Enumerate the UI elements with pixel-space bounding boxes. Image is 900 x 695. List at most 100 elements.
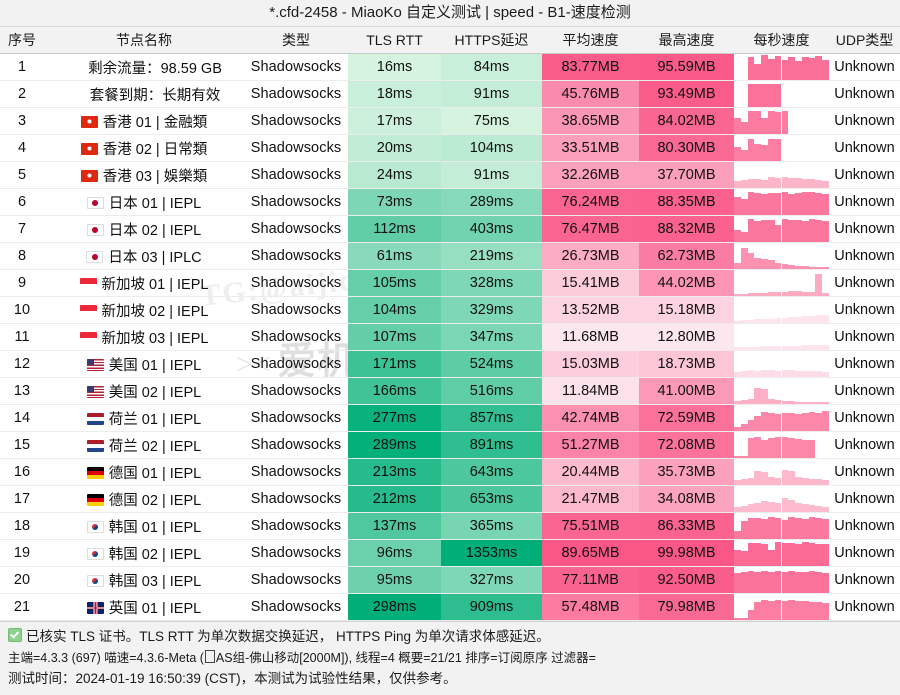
sparkline-bar (754, 471, 762, 485)
sparkline-chart (734, 459, 829, 485)
sparkline-bar (788, 317, 796, 323)
col-header-per-second-speed[interactable]: 每秒速度 (734, 27, 829, 54)
sparkline-bar (774, 56, 782, 80)
cell-udp-type: Unknown (829, 377, 900, 405)
flag-hk-icon (80, 115, 98, 128)
col-header-udp-type[interactable]: UDP类型 (829, 27, 900, 54)
table-row[interactable]: 20 韩国 03 | IEPL Shadowsocks 95ms 327ms 77.11M… (0, 566, 900, 594)
col-header-tls-rtt[interactable]: TLS RTT (348, 27, 441, 54)
cell-udp-type: Unknown (829, 323, 900, 351)
node-name-label: 套餐到期：长期有效 (89, 87, 221, 104)
table-row[interactable]: 7 日本 02 | IEPL Shadowsocks 112ms 403ms 76.47M… (0, 215, 900, 243)
sparkline-bar (740, 232, 748, 242)
sparkline-bar (815, 506, 823, 512)
table-row[interactable]: 15 荷兰 02 | IEPL Shadowsocks 289ms 891ms 51.27… (0, 431, 900, 459)
sparkline-bar (801, 478, 809, 485)
sparkline-bar (795, 601, 802, 620)
table-row[interactable]: 5 香港 03 | 娛樂類 Shadowsocks 24ms 91ms 32.26MB 37… (0, 161, 900, 189)
sparkline-bar (801, 601, 809, 620)
table-row[interactable]: 2 套餐到期：长期有效 Shadowsocks 18ms 91ms 45.76MB 93.4… (0, 80, 900, 108)
cell-type: Shadowsocks (244, 593, 348, 621)
col-header-max-speed[interactable]: 最高速度 (639, 27, 734, 54)
sparkline-chart (734, 135, 829, 161)
node-name-label: 剩余流量：98.59 GB (88, 60, 222, 77)
table-row[interactable]: 6 日本 01 | IEPL Shadowsocks 73ms 289ms 76.24MB… (0, 188, 900, 216)
col-header-name[interactable]: 节点名称 (44, 27, 244, 54)
table-row[interactable]: 9 新加坡 01 | IEPL Shadowsocks 105ms 328ms 15.41… (0, 269, 900, 297)
sparkline-bar (761, 180, 768, 188)
sparkline-bar (774, 346, 782, 350)
sparkline-bar (761, 370, 768, 377)
sparkline-bar (815, 345, 823, 350)
cell-per-second-speed-sparkline (734, 80, 829, 108)
sparkline-bar (795, 61, 802, 80)
flag-us-icon (86, 385, 104, 398)
sparkline-bar (747, 543, 755, 566)
sparkline-bar (822, 194, 829, 215)
cell-index: 7 (0, 215, 44, 243)
col-header-avg-speed[interactable]: 平均速度 (542, 27, 639, 54)
table-row[interactable]: 11 新加坡 03 | IEPL Shadowsocks 107ms 347ms 11.6… (0, 323, 900, 351)
sparkline-chart (734, 270, 829, 296)
cell-per-second-speed-sparkline (734, 485, 829, 513)
sparkline-bar (781, 370, 789, 377)
col-header-https-latency[interactable]: HTTPS延迟 (441, 27, 542, 54)
col-header-type[interactable]: 类型 (244, 27, 348, 54)
cell-node-name: 韩国 03 | IEPL (44, 566, 244, 594)
sparkline-bar (754, 84, 762, 107)
sparkline-bar (788, 346, 796, 350)
table-row[interactable]: 10 新加坡 02 | IEPL Shadowsocks 104ms 329ms 13.5… (0, 296, 900, 324)
table-row[interactable]: 18 韩国 01 | IEPL Shadowsocks 137ms 365ms 75.51… (0, 512, 900, 540)
sparkline-bar (774, 318, 782, 323)
table-row[interactable]: 4 香港 02 | 日常類 Shadowsocks 20ms 104ms 33.51MB 8… (0, 134, 900, 162)
table-row[interactable]: 16 德国 01 | IEPL Shadowsocks 213ms 643ms 20.44… (0, 458, 900, 486)
cell-node-name: 日本 01 | IEPL (44, 188, 244, 216)
cell-type: Shadowsocks (244, 242, 348, 270)
cell-udp-type: Unknown (829, 566, 900, 594)
sparkline-bar (774, 571, 782, 593)
sparkline-bar (740, 248, 748, 269)
table-row[interactable]: 3 香港 01 | 金融類 Shadowsocks 17ms 75ms 38.65MB 84… (0, 107, 900, 135)
flag-us-icon (86, 358, 104, 371)
cell-max-speed: 35.73MB (639, 458, 734, 486)
sparkline-bar (747, 179, 755, 188)
table-row[interactable]: 17 德国 02 | IEPL Shadowsocks 212ms 653ms 21.47… (0, 485, 900, 513)
cell-udp-type: Unknown (829, 215, 900, 243)
sparkline-bar (761, 501, 768, 512)
flag-hk-icon (80, 142, 98, 155)
col-header-index[interactable]: 序号 (0, 27, 44, 54)
table-row[interactable]: 8 日本 03 | IPLC Shadowsocks 61ms 219ms 26.73MB… (0, 242, 900, 270)
table-row[interactable]: 21 英国 01 | IEPL Shadowsocks 298ms 909ms 57.48… (0, 593, 900, 621)
sparkline-bar (808, 412, 816, 431)
sparkline-bar (767, 177, 775, 188)
sparkline-bar (754, 543, 762, 566)
sparkline-bar (734, 263, 741, 269)
table-row[interactable]: 1 剩余流量：98.59 GB Shadowsocks 16ms 84ms 83.77MB… (0, 53, 900, 81)
node-name-label: 新加坡 02 | IEPL (101, 303, 209, 320)
table-row[interactable]: 13 美国 02 | IEPL Shadowsocks 166ms 516ms 11.84… (0, 377, 900, 405)
table-row[interactable]: 12 美国 01 | IEPL Shadowsocks 171ms 524ms 15.03… (0, 350, 900, 378)
sparkline-bar (754, 221, 762, 242)
table-row[interactable]: 19 韩国 02 | IEPL Shadowsocks 96ms 1353ms 89.65… (0, 539, 900, 567)
cell-udp-type: Unknown (829, 485, 900, 513)
sparkline-chart (734, 216, 829, 242)
cell-avg-speed: 13.52MB (542, 296, 639, 324)
cell-tls-rtt: 107ms (348, 323, 441, 351)
sparkline-bar (801, 519, 809, 539)
sparkline-bar (767, 601, 775, 620)
cell-udp-type: Unknown (829, 458, 900, 486)
sparkline-bar (781, 318, 789, 323)
cell-node-name: 套餐到期：长期有效 (44, 80, 244, 108)
node-name-label: 韩国 02 | IEPL (108, 546, 202, 563)
sparkline-bar (788, 194, 796, 215)
cell-udp-type: Unknown (829, 296, 900, 324)
sparkline-bar (808, 179, 816, 188)
cell-avg-speed: 89.65MB (542, 539, 639, 567)
cell-per-second-speed-sparkline (734, 404, 829, 432)
table-row[interactable]: 14 荷兰 01 | IEPL Shadowsocks 277ms 857ms 42.74… (0, 404, 900, 432)
sparkline-bar (774, 193, 782, 215)
sparkline-bar (815, 193, 823, 215)
sparkline-bar (754, 572, 762, 593)
sparkline-bar (754, 179, 762, 188)
sparkline-bar (747, 370, 755, 377)
